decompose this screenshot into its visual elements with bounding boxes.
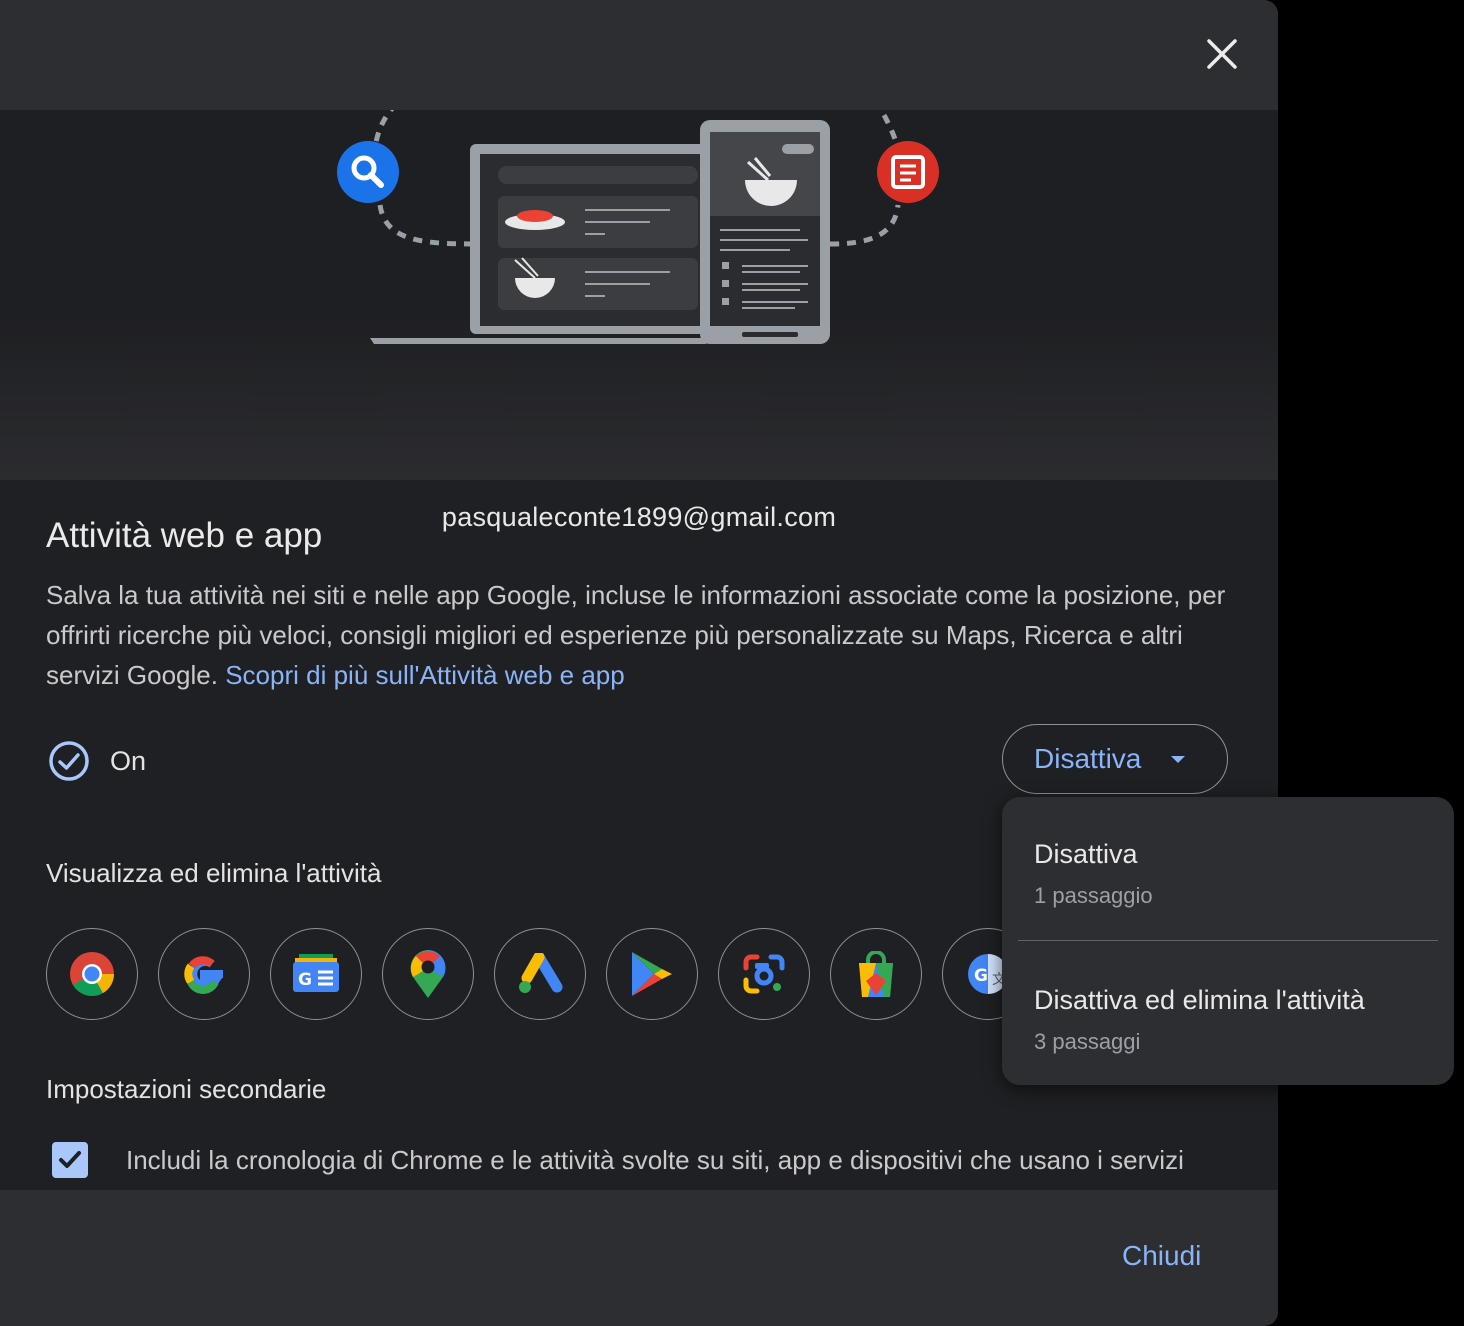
check-circle-icon xyxy=(49,741,89,781)
description-text: Salva la tua attività nei siti e nelle a… xyxy=(46,580,1226,690)
activity-dialog: pasqualeconte1899@gmail.com Attività web… xyxy=(0,0,1278,1326)
status-text: On xyxy=(110,745,147,776)
google-app-icon[interactable] xyxy=(158,928,250,1020)
chrome-app-icon[interactable] xyxy=(46,928,138,1020)
dialog-footer xyxy=(0,1190,1278,1326)
menu-divider xyxy=(1018,940,1438,941)
search-bubble-icon xyxy=(337,141,399,203)
google-shopping-app-icon[interactable] xyxy=(830,928,922,1020)
dialog-title: Attività web e app xyxy=(46,516,323,555)
menu-item-sublabel: 3 passaggi xyxy=(1034,1029,1141,1054)
menu-item-label: Disattiva xyxy=(1034,839,1138,869)
checkmark-icon xyxy=(59,1151,81,1168)
disattiva-dropdown-button[interactable]: Disattiva xyxy=(1002,724,1228,794)
svg-text:G: G xyxy=(974,966,988,986)
disattiva-options-menu: Disattiva 1 passaggio Disattiva ed elimi… xyxy=(1002,797,1454,1085)
dialog-header xyxy=(0,0,1278,110)
description: Salva la tua attività nei siti e nelle a… xyxy=(46,575,1226,695)
disattiva-button-label: Disattiva xyxy=(1034,743,1142,774)
menu-item-disattiva[interactable]: Disattiva 1 passaggio xyxy=(1002,797,1454,937)
menu-item-label: Disattiva ed elimina l'attività xyxy=(1034,985,1365,1015)
app-list: G G 文 xyxy=(46,928,1036,1024)
learn-more-link[interactable]: Scopri di più sull'Attività web e app xyxy=(225,660,625,690)
google-lens-app-icon[interactable] xyxy=(718,928,810,1020)
devices-illustration xyxy=(337,110,939,344)
secondary-settings-heading: Impostazioni secondarie xyxy=(46,1074,327,1104)
include-chrome-history-checkbox[interactable] xyxy=(52,1142,88,1178)
svg-text:G: G xyxy=(298,970,312,990)
google-news-app-icon[interactable]: G xyxy=(270,928,362,1020)
view-delete-heading: Visualizza ed elimina l'attività xyxy=(46,858,382,888)
close-icon[interactable] xyxy=(1196,28,1248,80)
close-button[interactable]: Chiudi xyxy=(1122,1240,1201,1272)
status-row: On xyxy=(46,738,146,784)
dropdown-arrow-icon xyxy=(1171,755,1186,763)
hero-banner: pasqualeconte1899@gmail.com xyxy=(0,110,1278,532)
menu-item-disattiva-elimina[interactable]: Disattiva ed elimina l'attività 3 passag… xyxy=(1002,943,1454,1083)
google-ads-app-icon[interactable] xyxy=(494,928,586,1020)
maps-app-icon[interactable] xyxy=(382,928,474,1020)
menu-item-sublabel: 1 passaggio xyxy=(1034,883,1153,908)
play-store-app-icon[interactable] xyxy=(606,928,698,1020)
